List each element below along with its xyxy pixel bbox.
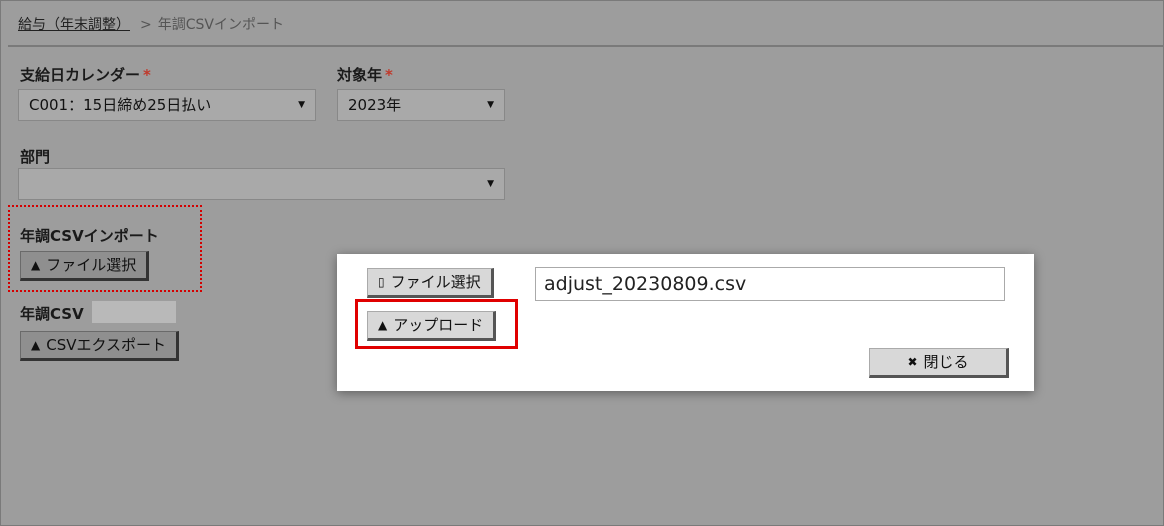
year-label: 対象年 *	[337, 66, 393, 84]
header-divider	[8, 45, 1164, 47]
upload-button-label: アップロード	[393, 316, 484, 334]
dialog-file-select-button[interactable]: ▯ ファイル選択	[367, 268, 494, 298]
caret-down-icon: ▼	[487, 179, 494, 189]
close-button[interactable]: ✖ 閉じる	[869, 348, 1009, 378]
caret-down-icon: ▼	[487, 100, 494, 110]
import-file-select-button[interactable]: ▲ ファイル選択	[20, 251, 150, 281]
upload-button[interactable]: ▲ アップロード	[367, 311, 497, 341]
dept-label: 部門	[20, 148, 51, 166]
required-mark: *	[143, 66, 151, 84]
breadcrumb-separator: >	[140, 17, 152, 33]
dept-select[interactable]: ▼	[18, 168, 505, 200]
export-section-label: 年調CSV	[20, 305, 84, 323]
caret-down-icon: ▼	[298, 100, 305, 110]
masked-area	[92, 301, 176, 323]
year-select[interactable]: 2023年 ▼	[337, 89, 505, 121]
breadcrumb: 給与（年末調整） > 年調CSVインポート	[18, 14, 284, 34]
calendar-label: 支給日カレンダー *	[20, 66, 151, 84]
upload-dialog: ▯ ファイル選択 adjust_20230809.csv ▲ アップロード ✖ …	[337, 254, 1034, 391]
import-file-select-label: ファイル選択	[46, 256, 137, 274]
file-name-field[interactable]: adjust_20230809.csv	[535, 267, 1005, 301]
csv-export-label: CSVエクスポート	[46, 336, 167, 354]
file-icon: ▯	[378, 275, 385, 289]
close-button-label: 閉じる	[923, 353, 969, 371]
dialog-file-select-label: ファイル選択	[390, 273, 481, 291]
calendar-select[interactable]: C001：15日締め25日払い ▼	[18, 89, 316, 121]
breadcrumb-current: 年調CSVインポート	[157, 17, 284, 33]
import-section-label: 年調CSVインポート	[20, 227, 159, 245]
upload-tray-icon: ▲	[31, 338, 41, 352]
upload-tray-icon: ▲	[378, 318, 388, 332]
year-select-value: 2023年	[348, 96, 402, 114]
required-mark: *	[385, 66, 393, 84]
breadcrumb-parent-link[interactable]: 給与（年末調整）	[18, 17, 130, 33]
x-icon: ✖	[907, 355, 918, 369]
csv-export-button[interactable]: ▲ CSVエクスポート	[20, 331, 180, 361]
calendar-select-value: C001：15日締め25日払い	[29, 96, 212, 114]
upload-tray-icon: ▲	[31, 258, 41, 272]
